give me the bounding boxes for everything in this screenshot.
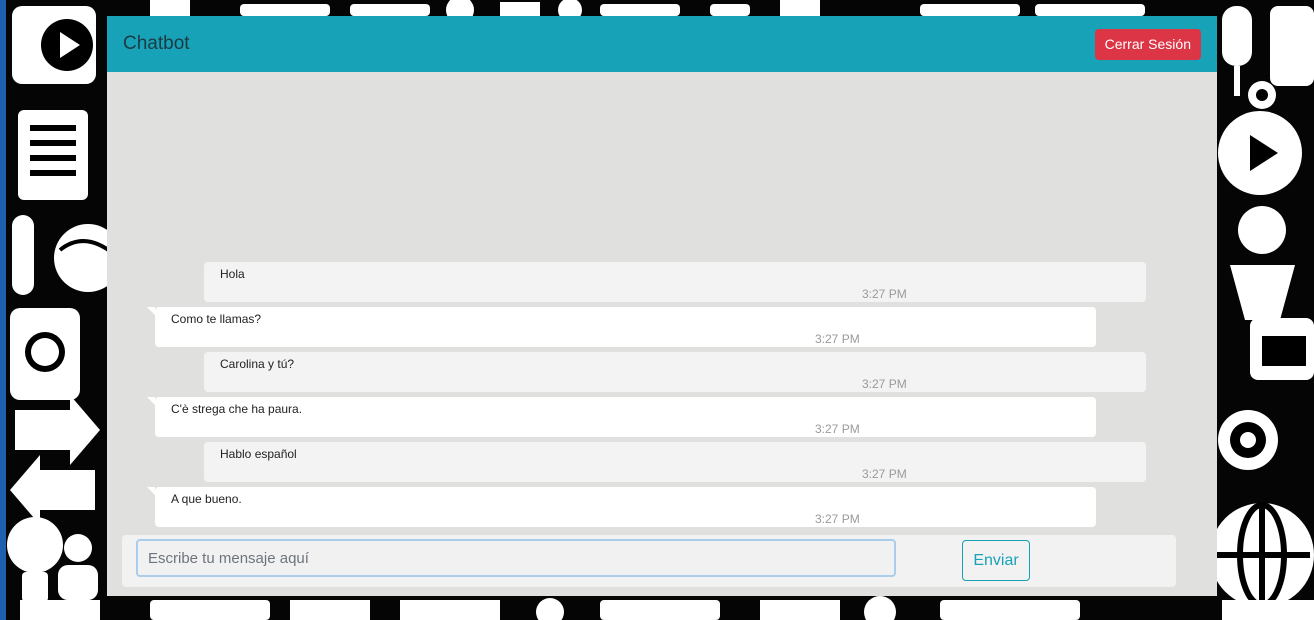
message-bot: A que bueno. 3:27 PM — [147, 487, 1096, 527]
play-icon — [12, 6, 96, 84]
message-time: 3:27 PM — [815, 422, 860, 436]
document-icon — [18, 110, 88, 200]
message-bot: Como te llamas? 3:27 PM — [147, 307, 1096, 347]
wifi-icon — [1218, 410, 1278, 470]
logout-button[interactable]: Cerrar Sesión — [1094, 29, 1201, 60]
message-bot: C'è strega che ha paura. 3:27 PM — [147, 397, 1096, 437]
message-time: 3:27 PM — [862, 377, 907, 391]
message-text: Hablo español — [220, 447, 297, 461]
phone-icon — [10, 308, 80, 400]
message-input[interactable] — [136, 539, 896, 577]
message-text: C'è strega che ha paura. — [171, 402, 303, 416]
tv-icon — [1250, 318, 1314, 380]
message-time: 3:27 PM — [815, 332, 860, 346]
globe-icon-2 — [1210, 502, 1314, 608]
send-button[interactable]: Enviar — [962, 540, 1030, 581]
message-user: Hola 3:27 PM — [204, 262, 1146, 302]
navbar: Chatbot Cerrar Sesión — [107, 16, 1217, 72]
message-time: 3:27 PM — [815, 512, 860, 526]
window-edge — [0, 0, 6, 620]
app-title: Chatbot — [123, 33, 190, 54]
message-text: Como te llamas? — [171, 312, 262, 326]
chat-window: Chatbot Cerrar Sesión Hola 3:27 PM Como … — [107, 16, 1217, 596]
message-user: Carolina y tú? 3:27 PM — [204, 352, 1146, 392]
message-list: Hola 3:27 PM Como te llamas? 3:27 PM Car… — [107, 72, 1217, 532]
message-text: A que bueno. — [171, 492, 242, 506]
composer: Enviar — [122, 535, 1176, 587]
message-text: Carolina y tú? — [220, 357, 295, 371]
gear-icon — [1248, 81, 1276, 109]
message-time: 3:27 PM — [862, 287, 907, 301]
message-text: Hola — [220, 267, 245, 281]
message-user: Hablo español 3:27 PM — [204, 442, 1146, 482]
message-time: 3:27 PM — [862, 467, 907, 481]
play-icon-2 — [1218, 111, 1302, 195]
